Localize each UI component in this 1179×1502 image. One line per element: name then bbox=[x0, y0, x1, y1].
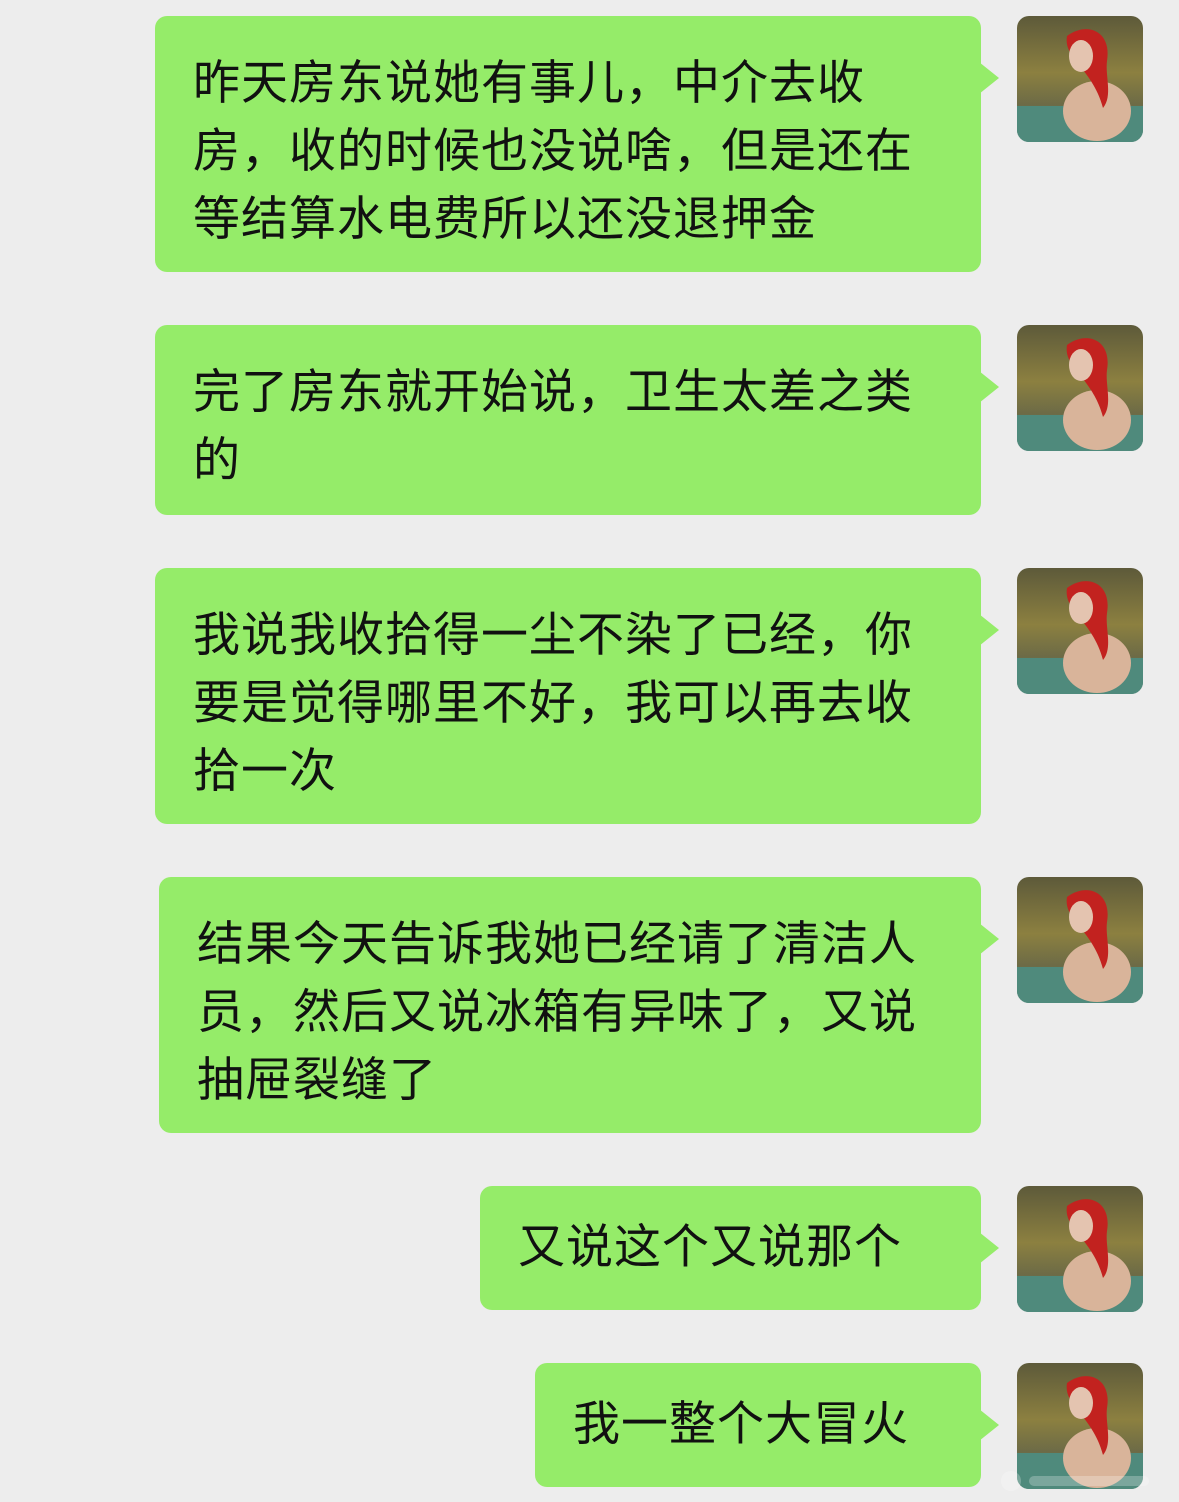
watermark-icon bbox=[1001, 1471, 1149, 1491]
message-text: 我一整个大冒火 bbox=[573, 1397, 909, 1452]
message-bubble[interactable]: 又说这个又说那个 bbox=[480, 1186, 999, 1310]
avatar-icon bbox=[1017, 338, 1143, 451]
message-text: 结果今天告诉我她已经请了清洁人员，然后又说冰箱有异味了，又说抽屉裂缝了 bbox=[197, 917, 917, 1108]
message-text: 昨天房东说她有事儿，中介去收房，收的时候也没说啥，但是还在等结算水电费所以还没退… bbox=[193, 56, 913, 247]
avatar[interactable] bbox=[1017, 16, 1143, 142]
avatar-icon bbox=[1017, 890, 1143, 1003]
bubble-tail bbox=[979, 62, 999, 94]
message-text: 我说我收拾得一尘不染了已经，你要是觉得哪里不好，我可以再去收拾一次 bbox=[193, 608, 913, 799]
message-text: 完了房东就开始说，卫生太差之类的 bbox=[193, 365, 913, 488]
avatar-icon bbox=[1017, 29, 1143, 142]
message-text: 又说这个又说那个 bbox=[518, 1220, 902, 1275]
chat-area[interactable]: 昨天房东说她有事儿，中介去收房，收的时候也没说啥，但是还在等结算水电费所以还没退… bbox=[0, 0, 1179, 1502]
avatar[interactable] bbox=[1017, 325, 1143, 451]
avatar[interactable] bbox=[1017, 568, 1143, 694]
message-bubble[interactable]: 我一整个大冒火 bbox=[535, 1363, 999, 1487]
avatar[interactable] bbox=[1017, 877, 1143, 1003]
bubble-tail bbox=[979, 923, 999, 955]
bubble-tail bbox=[979, 1409, 999, 1441]
message-bubble[interactable]: 完了房东就开始说，卫生太差之类的 bbox=[155, 325, 999, 515]
avatar[interactable] bbox=[1017, 1186, 1143, 1312]
avatar-icon bbox=[1017, 1199, 1143, 1312]
message-bubble[interactable]: 我说我收拾得一尘不染了已经，你要是觉得哪里不好，我可以再去收拾一次 bbox=[155, 568, 999, 824]
avatar-icon bbox=[1017, 581, 1143, 694]
bubble-tail bbox=[979, 1232, 999, 1264]
message-bubble[interactable]: 昨天房东说她有事儿，中介去收房，收的时候也没说啥，但是还在等结算水电费所以还没退… bbox=[155, 16, 999, 272]
message-bubble[interactable]: 结果今天告诉我她已经请了清洁人员，然后又说冰箱有异味了，又说抽屉裂缝了 bbox=[159, 877, 999, 1133]
bubble-tail bbox=[979, 614, 999, 646]
bubble-tail bbox=[979, 371, 999, 403]
